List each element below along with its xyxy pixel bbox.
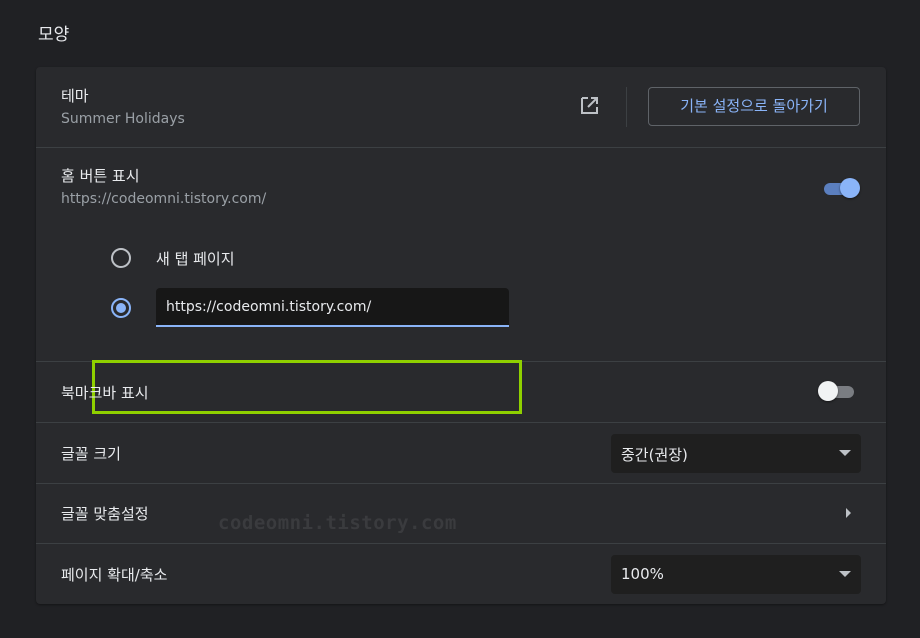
bookmark-bar-toggle[interactable] [818, 381, 858, 401]
settings-page: 모양 테마 Summer Holidays 기본 설정으로 돌아가기 홈 버튼 … [0, 0, 920, 638]
new-tab-radio-label: 새 탭 페이지 [156, 250, 235, 268]
page-zoom-value: 100% [621, 565, 664, 583]
page-zoom-select[interactable]: 100% [611, 555, 861, 594]
font-size-select[interactable]: 중간(권장) [611, 434, 861, 473]
customize-fonts-row[interactable]: 글꼴 맞춤설정 [36, 484, 886, 544]
home-button-toggle[interactable] [822, 178, 862, 198]
home-button-label: 홈 버튼 표시 [61, 167, 140, 185]
toggle-knob [840, 178, 860, 198]
page-zoom-label: 페이지 확대/축소 [61, 566, 168, 584]
font-size-row: 글꼴 크기 중간(권장) [36, 423, 886, 484]
customize-fonts-label: 글꼴 맞춤설정 [61, 505, 149, 523]
font-size-value: 중간(권장) [621, 446, 688, 464]
watermark-text: codeomni.tistory.com [218, 512, 457, 534]
theme-row: 테마 Summer Holidays 기본 설정으로 돌아가기 [36, 67, 886, 148]
theme-value: Summer Holidays [61, 111, 185, 127]
custom-url-radio[interactable] [111, 298, 131, 318]
home-button-row: 홈 버튼 표시 https://codeomni.tistory.com/ 새 … [36, 148, 886, 414]
custom-url-input[interactable] [156, 288, 509, 327]
home-button-url: https://codeomni.tistory.com/ [61, 191, 267, 207]
appearance-card: 테마 Summer Holidays 기본 설정으로 돌아가기 홈 버튼 표시 … [36, 67, 886, 604]
chevron-down-icon [839, 450, 851, 456]
theme-label: 테마 [61, 87, 89, 105]
divider [626, 87, 627, 127]
chevron-right-icon[interactable] [846, 508, 851, 518]
bookmark-bar-label: 북마크바 표시 [61, 384, 149, 402]
new-tab-radio[interactable] [111, 248, 131, 268]
bookmark-bar-row: 북마크바 표시 [36, 362, 886, 423]
font-size-label: 글꼴 크기 [61, 445, 121, 463]
open-in-new-icon[interactable] [578, 95, 600, 117]
toggle-knob [818, 381, 838, 401]
chevron-down-icon [839, 571, 851, 577]
page-zoom-row: 페이지 확대/축소 100% [36, 544, 886, 604]
section-title: 모양 [38, 25, 70, 45]
reset-theme-button[interactable]: 기본 설정으로 돌아가기 [648, 87, 860, 126]
